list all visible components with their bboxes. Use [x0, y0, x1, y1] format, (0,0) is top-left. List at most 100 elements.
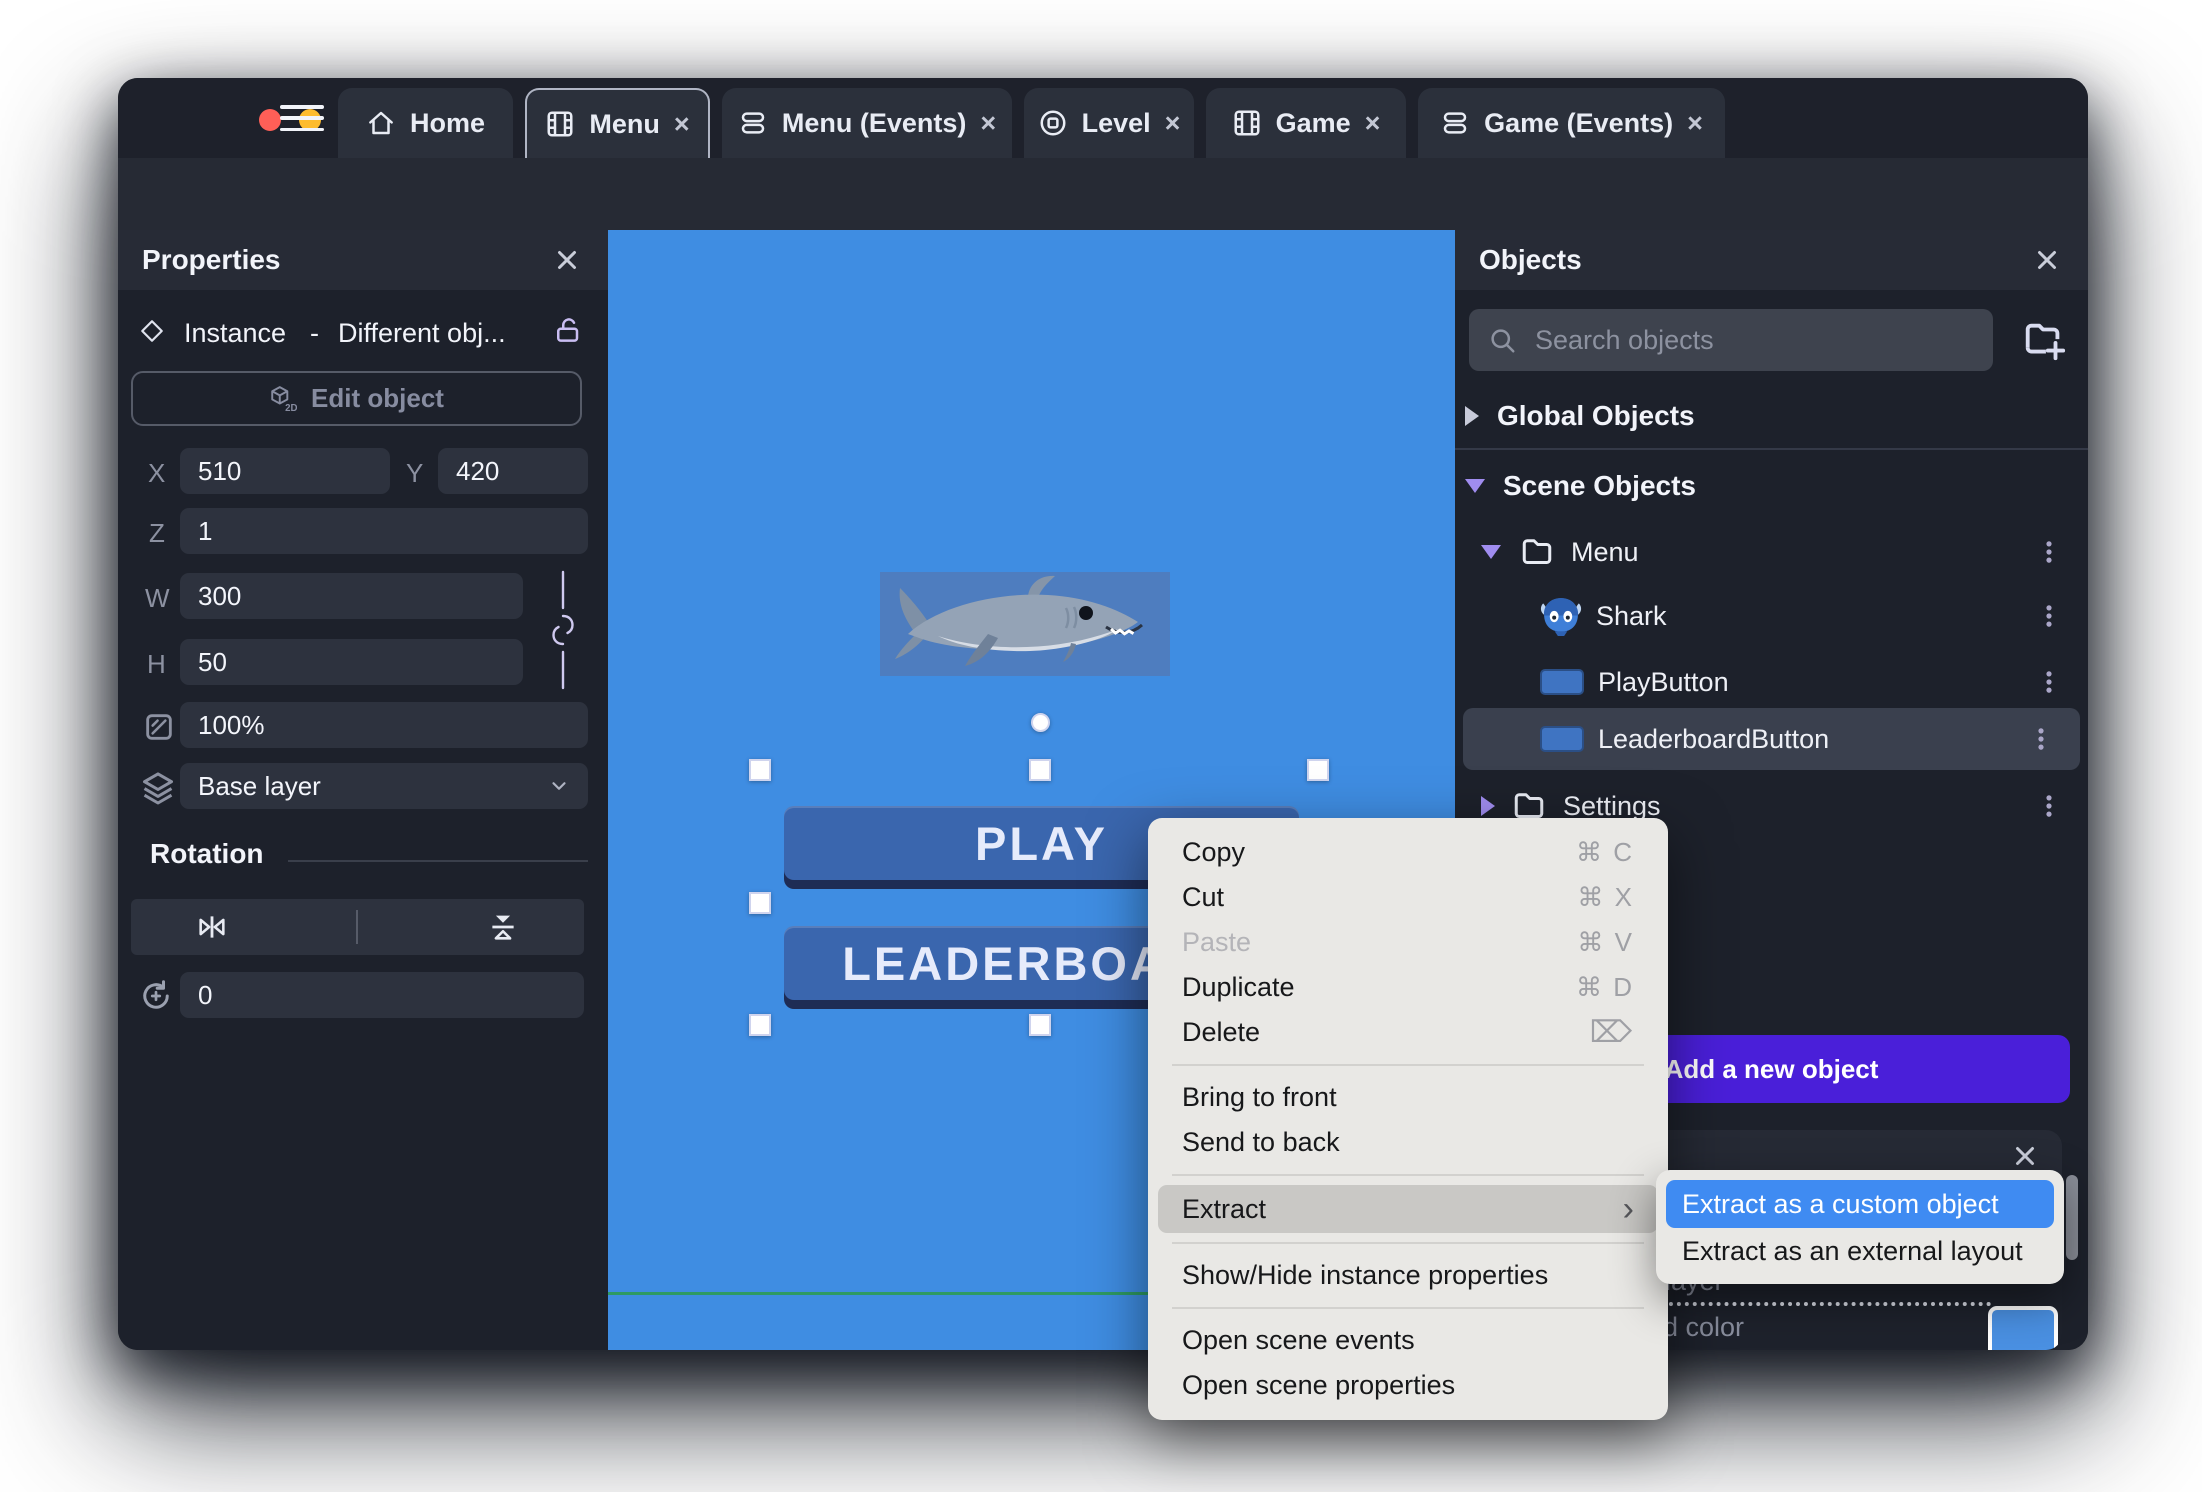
menu-item-label: Bring to front	[1182, 1082, 1337, 1112]
flip-toolbar	[131, 899, 584, 955]
selection-handle-top-left[interactable]	[749, 759, 771, 781]
layer-icon	[140, 770, 176, 806]
play-button-label: PLAY	[974, 816, 1109, 870]
close-icon	[2032, 245, 2062, 275]
layer-select[interactable]: Base layer	[180, 763, 588, 809]
tab-game[interactable]: Game ×	[1206, 88, 1406, 158]
row-menu-icon[interactable]	[2036, 537, 2062, 567]
button-thumbnail-icon	[1540, 726, 1584, 752]
menu-item-open-scene-properties[interactable]: Open scene properties	[1148, 1363, 1668, 1408]
instance-label: Instance	[184, 318, 287, 348]
close-icon[interactable]: ×	[1365, 108, 1381, 139]
menu-item-cut[interactable]: Cut ⌘ X	[1148, 875, 1668, 920]
selection-handle-bottom-center[interactable]	[1029, 1014, 1051, 1036]
tab-level[interactable]: Level ×	[1024, 88, 1194, 158]
close-icon[interactable]: ×	[980, 108, 996, 139]
close-panel-button[interactable]	[2008, 1139, 2042, 1173]
rotation-title: Rotation	[150, 838, 264, 869]
background-color-fragment: d color	[1663, 1312, 1745, 1342]
film-icon	[1232, 108, 1262, 138]
extract-submenu: Extract as a custom object Extract as an…	[1656, 1170, 2064, 1284]
rotation-field[interactable]	[180, 972, 584, 1018]
selection-handle-mid-left[interactable]	[749, 892, 771, 914]
object-row-playbutton[interactable]: PlayButton	[1455, 654, 2088, 710]
menu-item-label: Copy	[1182, 837, 1246, 867]
background-color-swatch[interactable]	[1988, 1306, 2058, 1350]
menu-item-send-to-back[interactable]: Send to back	[1148, 1120, 1668, 1165]
menu-divider	[1172, 1307, 1644, 1309]
menu-item-shortcut: ⌘ V	[1577, 927, 1634, 957]
tab-menu[interactable]: Menu ×	[525, 88, 710, 158]
h-field[interactable]	[180, 639, 523, 685]
close-icon	[2010, 1141, 2040, 1171]
selection-handle-top-center[interactable]	[1029, 759, 1051, 781]
search-box	[1469, 309, 1993, 371]
tab-label: Game (Events)	[1484, 107, 1674, 138]
menu-item-label: Delete	[1182, 1017, 1261, 1047]
close-properties-button[interactable]	[550, 243, 584, 277]
tab-label: Menu (Events)	[781, 107, 967, 138]
flip-horizontal-icon[interactable]	[195, 910, 229, 944]
menu-item-paste[interactable]: Paste ⌘ V	[1148, 920, 1668, 965]
menu-item-open-scene-events[interactable]: Open scene events	[1148, 1318, 1668, 1363]
search-input[interactable]	[1533, 323, 1975, 357]
row-menu-icon[interactable]	[2036, 791, 2062, 821]
menu-item-label: Open scene properties	[1182, 1370, 1456, 1400]
selection-handle-top-right[interactable]	[1307, 759, 1329, 781]
menu-item-copy[interactable]: Copy ⌘ C	[1148, 830, 1668, 875]
menu-item-delete[interactable]: Delete ⌦	[1148, 1010, 1668, 1055]
shark-sprite[interactable]	[880, 572, 1170, 676]
instance-diamond-icon	[139, 318, 165, 344]
close-icon[interactable]: ×	[1687, 108, 1703, 139]
instance-separator: -	[310, 318, 319, 348]
menu-item-duplicate[interactable]: Duplicate ⌘ D	[1148, 965, 1668, 1010]
main-menu-icon[interactable]	[280, 105, 324, 131]
edit-object-button[interactable]: Edit object	[131, 371, 582, 426]
app-window: Home Menu × Menu (Events) × Level × Game…	[118, 78, 2088, 1350]
folder-row-menu[interactable]: Menu	[1455, 524, 2088, 580]
link-wh-icon[interactable]	[550, 570, 576, 690]
traffic-light-close[interactable]	[259, 109, 281, 131]
close-objects-button[interactable]	[2030, 243, 2064, 277]
opacity-field[interactable]	[180, 702, 588, 748]
w-field[interactable]	[180, 573, 523, 619]
cube-2d-icon	[269, 385, 297, 413]
menu-item-label: Show/Hide instance properties	[1182, 1260, 1549, 1290]
object-row-shark[interactable]: Shark	[1455, 588, 2088, 644]
x-field[interactable]	[180, 448, 390, 494]
menu-item-show-hide-instance-properties[interactable]: Show/Hide instance properties	[1148, 1253, 1668, 1298]
global-objects-section[interactable]: Global Objects	[1465, 400, 1695, 432]
submenu-item-extract-custom-object[interactable]: Extract as a custom object	[1666, 1180, 2054, 1228]
film-icon	[545, 109, 575, 139]
expanded-arrow-icon	[1481, 545, 1501, 559]
row-menu-icon[interactable]	[2028, 724, 2054, 754]
rotation-handle[interactable]	[1031, 713, 1050, 732]
properties-panel: Properties Instance - Different obj... E…	[118, 230, 608, 1350]
close-icon[interactable]: ×	[674, 109, 690, 140]
scrollbar-thumb[interactable]	[2066, 1175, 2078, 1260]
add-folder-icon[interactable]	[2021, 318, 2067, 364]
desktop: Home Menu × Menu (Events) × Level × Game…	[0, 0, 2202, 1492]
collapsed-arrow-icon	[1481, 796, 1495, 816]
shark-thumbnail-icon	[1540, 595, 1582, 637]
menu-item-label: Paste	[1182, 927, 1252, 957]
tab-menu-events[interactable]: Menu (Events) ×	[722, 88, 1012, 158]
object-row-leaderboardbutton[interactable]: LeaderboardButton	[1463, 708, 2080, 770]
z-field[interactable]	[180, 508, 588, 554]
folder-label: Settings	[1563, 790, 1661, 821]
scene-objects-section[interactable]: Scene Objects	[1465, 470, 1696, 502]
close-icon[interactable]: ×	[1165, 108, 1181, 139]
flip-vertical-icon[interactable]	[486, 910, 520, 944]
submenu-item-extract-external-layout[interactable]: Extract as an external layout	[1666, 1228, 2054, 1274]
tab-game-events[interactable]: Game (Events) ×	[1418, 88, 1725, 158]
object-label: Shark	[1596, 600, 1667, 631]
y-field[interactable]	[438, 448, 588, 494]
selection-handle-bottom-left[interactable]	[749, 1014, 771, 1036]
menu-item-extract[interactable]: Extract ›	[1158, 1185, 1658, 1233]
unlock-icon[interactable]	[552, 315, 582, 345]
row-menu-icon[interactable]	[2036, 667, 2062, 697]
menu-item-bring-to-front[interactable]: Bring to front	[1148, 1075, 1668, 1120]
row-menu-icon[interactable]	[2036, 601, 2062, 631]
folder-icon	[1519, 534, 1555, 570]
tab-home[interactable]: Home	[338, 88, 513, 158]
